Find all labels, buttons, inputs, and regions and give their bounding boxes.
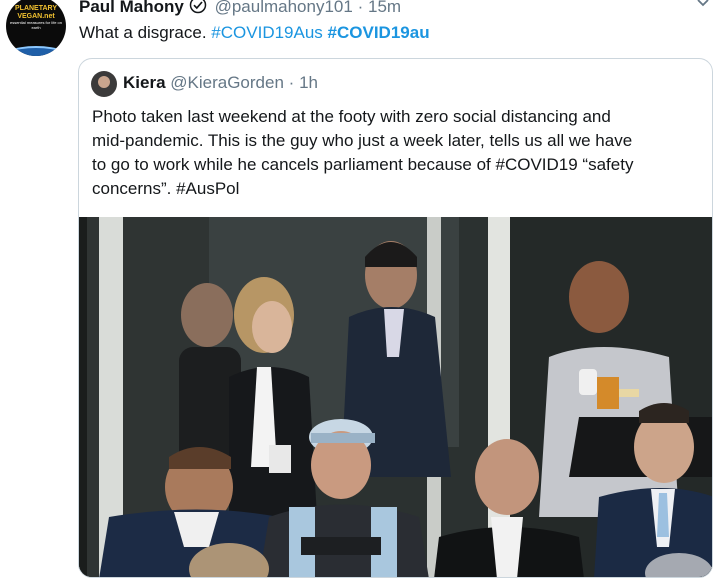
quoted-author-avatar[interactable] xyxy=(91,71,117,97)
tweet-text: What a disgrace. #COVID19Aus #COVID19au xyxy=(79,22,430,44)
quoted-author-name[interactable]: Kiera xyxy=(123,73,166,92)
author-handle[interactable]: @paulmahony101 xyxy=(215,0,353,16)
quoted-tweet-photo[interactable] xyxy=(79,217,712,577)
avatar-logo-line2: VEGAN.net xyxy=(17,13,55,20)
quoted-text-line: to go to work while he cancels parliamen… xyxy=(92,155,634,174)
quoted-text-line: mid-pandemic. This is the guy who just a… xyxy=(92,131,633,150)
hashtag-link[interactable]: #COVID19Aus xyxy=(211,23,323,42)
avatar-logo-line1: PLANETARY xyxy=(15,5,57,12)
verified-badge-icon xyxy=(189,0,207,20)
quoted-tweet-timestamp[interactable]: 1h xyxy=(299,73,318,92)
planet-graphic xyxy=(6,46,66,56)
author-avatar[interactable]: PLANETARY VEGAN.net essential measures f… xyxy=(6,0,66,56)
quoted-text-line: concerns”. #AusPol xyxy=(92,179,240,198)
separator-dot: · xyxy=(357,0,364,16)
quoted-tweet-header: Kiera @KieraGorden · 1h xyxy=(123,72,318,94)
chevron-down-icon[interactable] xyxy=(696,0,710,13)
tweet-timestamp[interactable]: 15m xyxy=(368,0,401,16)
tweet-text-prefix: What a disgrace. xyxy=(79,23,207,42)
quoted-text-line: Photo taken last weekend at the footy wi… xyxy=(92,107,611,126)
separator-dot: · xyxy=(288,73,295,92)
quoted-tweet-text: Photo taken last weekend at the footy wi… xyxy=(92,105,702,201)
quoted-tweet-card[interactable]: Kiera @KieraGorden · 1h Photo taken last… xyxy=(78,58,713,578)
avatar-logo-tagline: essential measures for life on earth xyxy=(9,20,63,30)
author-name[interactable]: Paul Mahony xyxy=(79,0,184,16)
tweet-header: Paul Mahony @paulmahony101 · 15m xyxy=(79,0,401,20)
quoted-author-handle[interactable]: @KieraGorden xyxy=(170,73,284,92)
hashtag-link[interactable]: #COVID19au xyxy=(328,23,430,42)
